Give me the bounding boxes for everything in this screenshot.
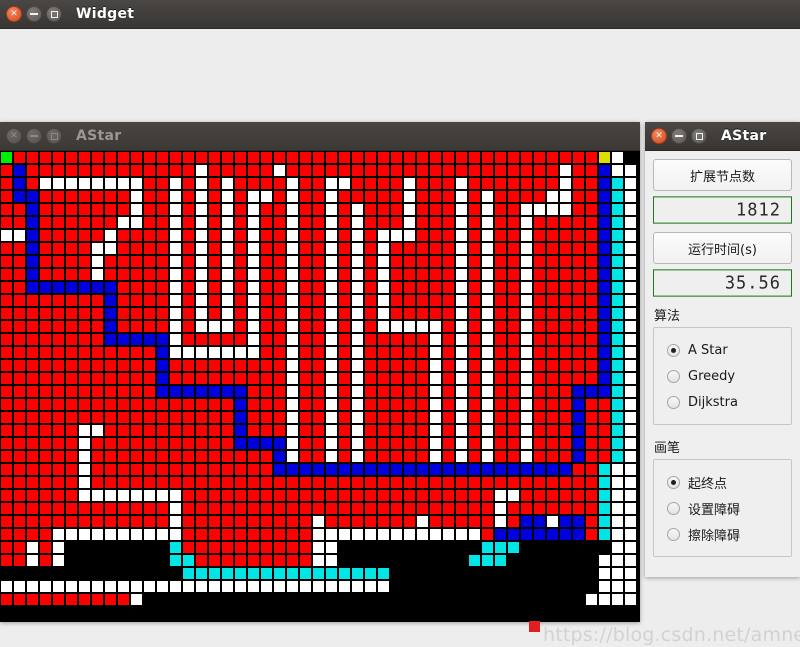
brush-option-0[interactable]: 起终点 (654, 469, 791, 495)
maximize-icon[interactable] (691, 128, 707, 144)
algorithm-option-1[interactable]: Greedy (654, 363, 791, 389)
minimize-icon[interactable] (26, 6, 42, 22)
close-icon[interactable]: ✕ (6, 6, 22, 22)
widget-titlebar[interactable]: ✕ Widget (0, 0, 800, 29)
astar-maze-title: AStar (76, 128, 122, 144)
astar-panel-body: 扩展节点数 1812 运行时间(s) 35.56 算法 A Star Greedy… (645, 151, 800, 577)
radio-icon[interactable] (667, 475, 680, 489)
maze-grid-canvas[interactable] (0, 151, 640, 622)
watermark-mark-icon (529, 621, 540, 632)
algorithm-radio-group: A Star Greedy Dijkstra (653, 327, 792, 425)
astar-maze-window: ✕ AStar (0, 122, 640, 622)
algorithm-option-label: Greedy (688, 368, 736, 384)
maximize-icon[interactable] (46, 6, 62, 22)
algorithm-option-label: A Star (688, 342, 728, 358)
runtime-display: 35.56 (653, 269, 792, 297)
astar-maze-window-controls[interactable]: ✕ (6, 128, 62, 144)
astar-control-panel-window: ✕ AStar 扩展节点数 1812 运行时间(s) 35.56 算法 A St… (645, 122, 800, 577)
radio-icon[interactable] (667, 501, 680, 515)
algorithm-group-label: 算法 (654, 309, 681, 324)
minimize-icon[interactable] (26, 128, 42, 144)
brush-group-label: 画笔 (654, 441, 681, 456)
widget-window-controls[interactable]: ✕ (6, 6, 62, 22)
brush-option-label: 擦除障碍 (688, 528, 741, 544)
close-icon[interactable]: ✕ (651, 128, 667, 144)
algorithm-option-2[interactable]: Dijkstra (654, 389, 791, 415)
radio-icon[interactable] (667, 369, 680, 383)
radio-icon[interactable] (667, 395, 680, 409)
astar-maze-titlebar[interactable]: ✕ AStar (0, 122, 640, 151)
brush-option-label: 起终点 (688, 476, 728, 492)
widget-window: ✕ Widget ✕ AStar ✕ AStar 扩展节点数 1812 运行时间… (0, 0, 800, 647)
astar-panel-titlebar[interactable]: ✕ AStar (645, 122, 800, 151)
maximize-icon[interactable] (46, 128, 62, 144)
expanded-nodes-display: 1812 (653, 196, 792, 224)
radio-icon[interactable] (667, 527, 680, 541)
brush-option-2[interactable]: 擦除障碍 (654, 521, 791, 547)
algorithm-option-0[interactable]: A Star (654, 337, 791, 363)
radio-icon[interactable] (667, 343, 680, 357)
expanded-nodes-button[interactable]: 扩展节点数 (653, 159, 792, 191)
algorithm-option-label: Dijkstra (688, 394, 738, 410)
close-icon[interactable]: ✕ (6, 128, 22, 144)
runtime-button[interactable]: 运行时间(s) (653, 232, 792, 264)
brush-option-1[interactable]: 设置障碍 (654, 495, 791, 521)
brush-option-label: 设置障碍 (688, 502, 741, 518)
minimize-icon[interactable] (671, 128, 687, 144)
brush-radio-group: 起终点设置障碍擦除障碍 (653, 459, 792, 557)
astar-panel-title: AStar (721, 128, 767, 144)
widget-title: Widget (76, 6, 135, 22)
astar-panel-window-controls[interactable]: ✕ (651, 128, 707, 144)
